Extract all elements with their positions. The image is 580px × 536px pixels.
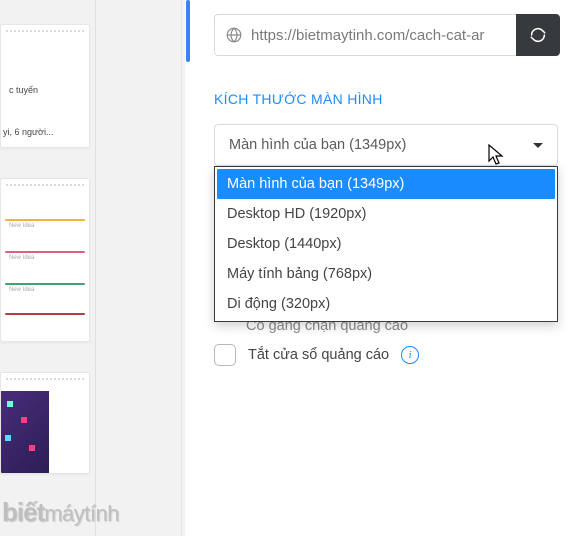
info-icon[interactable]: i bbox=[401, 346, 419, 364]
url-text: https://bietmaytinh.com/cach-cat-ar bbox=[251, 27, 484, 44]
chart-bar bbox=[5, 283, 85, 285]
chart-tag: New Idea bbox=[9, 223, 34, 229]
panel-divider bbox=[181, 0, 182, 536]
screen-size-select[interactable]: Màn hình của bạn (1349px) bbox=[214, 124, 558, 166]
thumbnail-card[interactable]: New Idea New Idea New Idea bbox=[0, 178, 90, 342]
close-popup-ads-row: Tắt cửa sổ quảng cáo i bbox=[214, 344, 419, 366]
chart-tag: New Idea bbox=[9, 287, 34, 293]
decorative-dots bbox=[5, 29, 85, 33]
thumbnail-text: yi, 6 người... bbox=[3, 127, 87, 137]
screen-size-option[interactable]: Desktop HD (1920px) bbox=[217, 199, 555, 229]
globe-icon bbox=[225, 26, 243, 44]
thumbnail-text: c tuyến bbox=[9, 85, 38, 95]
decorative-dots bbox=[5, 377, 85, 381]
chevron-down-icon bbox=[533, 143, 543, 148]
screen-size-option[interactable]: Màn hình của bạn (1349px) bbox=[217, 169, 555, 199]
url-input[interactable]: https://bietmaytinh.com/cach-cat-ar bbox=[214, 14, 516, 56]
screen-size-dropdown: Màn hình của bạn (1349px)Desktop HD (192… bbox=[214, 166, 558, 322]
screen-size-option[interactable]: Di động (320px) bbox=[217, 289, 555, 319]
decorative-dots bbox=[5, 183, 85, 187]
close-popup-ads-checkbox[interactable] bbox=[214, 344, 236, 366]
thumbnail-art bbox=[1, 391, 49, 473]
section-title: KÍCH THƯỚC MÀN HÌNH bbox=[214, 91, 383, 107]
refresh-icon bbox=[529, 26, 547, 44]
screen-size-option[interactable]: Desktop (1440px) bbox=[217, 229, 555, 259]
thumbnail-card[interactable]: c tuyến yi, 6 người... bbox=[0, 24, 90, 148]
select-display-value: Màn hình của bạn (1349px) bbox=[229, 137, 406, 153]
screen-size-select-wrap: Màn hình của bạn (1349px) Màn hình của b… bbox=[214, 124, 558, 166]
refresh-button[interactable] bbox=[516, 14, 560, 56]
left-thumbnail-column: c tuyến yi, 6 người... New IdeaNew IdeaN… bbox=[0, 0, 96, 536]
thumbnail-card[interactable] bbox=[0, 372, 90, 474]
scroll-indicator bbox=[186, 0, 190, 62]
chart-bar bbox=[5, 219, 85, 221]
chart-bar bbox=[5, 251, 85, 253]
checkbox-label: Tắt cửa sổ quảng cáo bbox=[248, 347, 389, 363]
chart-bar bbox=[5, 313, 85, 315]
chart-tag: New Idea bbox=[9, 255, 34, 261]
screen-size-option[interactable]: Máy tính bảng (768px) bbox=[217, 259, 555, 289]
url-bar: https://bietmaytinh.com/cach-cat-ar bbox=[214, 14, 560, 56]
